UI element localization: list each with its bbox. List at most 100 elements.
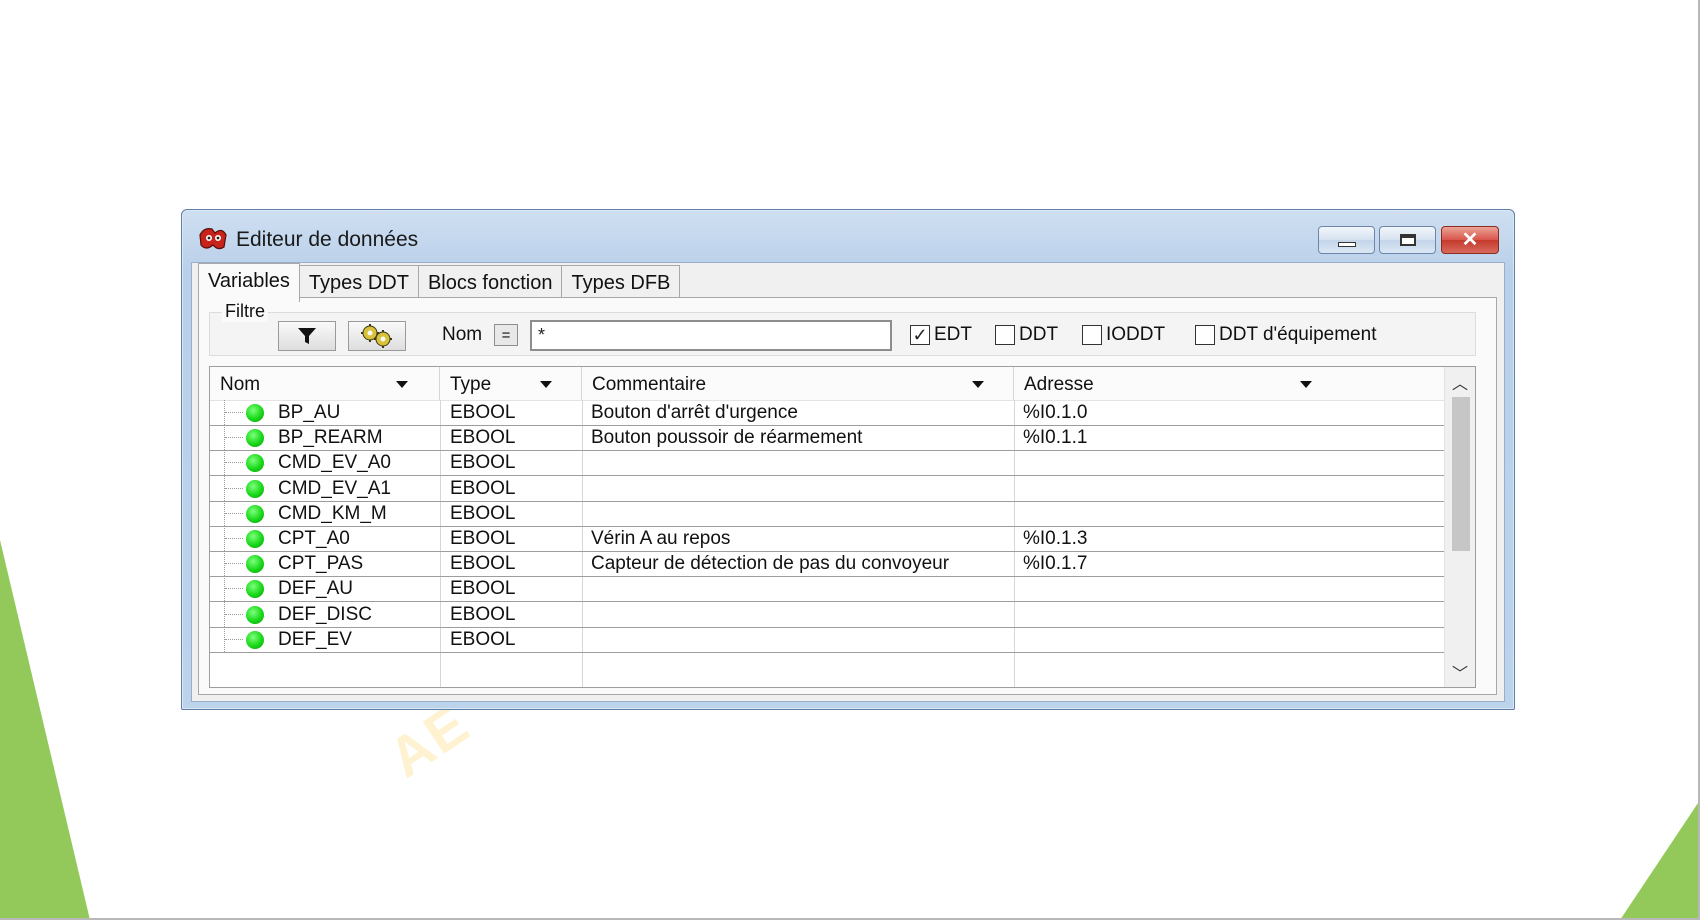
table-row[interactable]: DEF_AU EBOOL <box>210 576 1444 603</box>
cell-type[interactable]: EBOOL <box>450 425 580 450</box>
funnel-icon <box>298 328 316 344</box>
table-row[interactable]: BP_REARM EBOOL Bouton poussoir de réarmeme… <box>210 425 1444 452</box>
variables-table: Nom Type Commentaire Adresse BP_AU EBOOL… <box>209 366 1476 688</box>
checkbox-ioddt[interactable]: IODDT <box>1082 324 1165 346</box>
tab-panel-variables: Filtre Nom = * ✓ EDT DDT IODDT DDT d'équ… <box>198 297 1497 695</box>
name-filter-input[interactable] <box>530 320 892 351</box>
checkbox-ioddt-box[interactable] <box>1082 325 1102 345</box>
scroll-up-icon[interactable]: ︿ <box>1445 369 1475 395</box>
vertical-scrollbar[interactable]: ︿ ﹀ <box>1444 367 1475 687</box>
sort-arrow-icon[interactable] <box>1300 381 1312 388</box>
cell-commentaire[interactable] <box>591 627 1011 652</box>
cell-commentaire[interactable] <box>591 501 1011 526</box>
close-button[interactable]: ✕ <box>1441 226 1499 254</box>
table-row[interactable]: BP_AU EBOOL Bouton d'arrêt d'urgence %I0.1.… <box>210 400 1444 426</box>
cell-type[interactable]: EBOOL <box>450 476 580 501</box>
cell-adresse[interactable]: %I0.1.1 <box>1023 425 1433 450</box>
cell-type[interactable]: EBOOL <box>450 400 580 425</box>
filter-group: Filtre Nom = * ✓ EDT DDT IODDT DDT d'équ… <box>209 301 1476 356</box>
title-bar[interactable]: Editeur de données ✕ <box>182 210 1514 262</box>
column-header-type-label: Type <box>450 374 492 395</box>
checkbox-ddt[interactable]: DDT <box>995 324 1058 346</box>
scrollbar-thumb[interactable] <box>1452 397 1470 551</box>
cell-nom[interactable]: DEF_EV <box>278 627 438 652</box>
cell-nom[interactable]: CPT_A0 <box>278 526 438 551</box>
tree-branch <box>225 638 243 640</box>
cell-adresse[interactable] <box>1023 576 1433 601</box>
cell-type[interactable]: EBOOL <box>450 450 580 475</box>
table-row[interactable]: CMD_KM_M EBOOL <box>210 500 1444 527</box>
sort-arrow-icon[interactable] <box>396 381 408 388</box>
scroll-down-icon[interactable]: ﹀ <box>1445 659 1475 685</box>
maximize-button[interactable] <box>1379 226 1436 254</box>
table-row[interactable]: CMD_EV_A1 EBOOL <box>210 475 1444 502</box>
sort-arrow-icon[interactable] <box>540 381 552 388</box>
cell-commentaire[interactable]: Bouton d'arrêt d'urgence <box>591 400 1011 425</box>
decorative-green-triangle-right <box>1620 800 1700 920</box>
table-row[interactable]: DEF_EV EBOOL <box>210 626 1444 653</box>
operator-button[interactable]: = <box>494 324 518 346</box>
column-header-commentaire-label: Commentaire <box>592 374 707 395</box>
cell-commentaire[interactable] <box>591 450 1011 475</box>
tab-types-ddt[interactable]: Types DDT <box>298 265 419 300</box>
cell-adresse[interactable]: %I0.1.3 <box>1023 526 1433 551</box>
cell-adresse[interactable]: %I0.1.7 <box>1023 551 1433 576</box>
cell-nom[interactable]: BP_REARM <box>278 425 438 450</box>
cell-commentaire[interactable] <box>591 476 1011 501</box>
cell-commentaire[interactable]: Vérin A au repos <box>591 526 1011 551</box>
tree-branch <box>225 512 243 514</box>
column-header-nom-label: Nom <box>220 374 261 395</box>
apply-filter-button[interactable] <box>278 321 336 351</box>
cell-type[interactable]: EBOOL <box>450 501 580 526</box>
maximize-icon <box>1399 234 1416 246</box>
table-row[interactable]: CMD_EV_A0 EBOOL <box>210 450 1444 477</box>
cell-type[interactable]: EBOOL <box>450 602 580 627</box>
cell-commentaire[interactable] <box>591 576 1011 601</box>
cell-adresse[interactable] <box>1023 501 1433 526</box>
cell-type[interactable]: EBOOL <box>450 526 580 551</box>
cell-commentaire[interactable]: Capteur de détection de pas du convoyeur <box>591 551 1011 576</box>
checkbox-ddt-box[interactable] <box>995 325 1015 345</box>
checkbox-edt-box[interactable]: ✓ <box>910 325 930 345</box>
gear-icon <box>361 324 392 348</box>
cell-commentaire[interactable]: Bouton poussoir de réarmement <box>591 425 1011 450</box>
window-title: Editeur de données <box>236 228 419 251</box>
cell-nom[interactable]: CMD_KM_M <box>278 501 438 526</box>
cell-type[interactable]: EBOOL <box>450 627 580 652</box>
tree-branch <box>225 487 243 489</box>
table-header: Nom Type Commentaire Adresse <box>210 367 1444 401</box>
tab-types-dfb[interactable]: Types DFB <box>561 265 681 300</box>
cell-nom[interactable]: CMD_EV_A1 <box>278 476 438 501</box>
checkbox-ddt-equipement-box[interactable] <box>1195 325 1215 345</box>
table-row[interactable]: CPT_A0 EBOOL Vérin A au repos %I0.1.3 <box>210 526 1444 552</box>
cell-commentaire[interactable] <box>591 602 1011 627</box>
cell-adresse[interactable] <box>1023 450 1433 475</box>
sort-arrow-icon[interactable] <box>972 381 984 388</box>
cell-nom[interactable]: CMD_EV_A0 <box>278 450 438 475</box>
column-header-adresse[interactable]: Adresse <box>1014 367 1444 400</box>
column-header-nom[interactable]: Nom <box>210 367 440 400</box>
cell-nom[interactable]: BP_AU <box>278 400 438 425</box>
table-row[interactable]: DEF_DISC EBOOL <box>210 601 1444 628</box>
table-row[interactable]: CPT_PAS EBOOL Capteur de détection de pas … <box>210 551 1444 578</box>
tab-variables[interactable]: Variables <box>198 263 300 302</box>
cell-type[interactable]: EBOOL <box>450 576 580 601</box>
column-header-commentaire[interactable]: Commentaire <box>582 367 1014 400</box>
cell-nom[interactable]: DEF_DISC <box>278 602 438 627</box>
checkbox-ddt-equipement[interactable]: DDT d'équipement <box>1195 324 1376 346</box>
green-dot-icon <box>246 479 264 498</box>
cell-adresse[interactable] <box>1023 476 1433 501</box>
cell-adresse[interactable] <box>1023 602 1433 627</box>
cell-adresse[interactable] <box>1023 627 1433 652</box>
minimize-button[interactable] <box>1318 226 1375 254</box>
column-header-type[interactable]: Type <box>440 367 582 400</box>
tree-branch <box>225 437 243 439</box>
filter-settings-button[interactable] <box>348 321 406 351</box>
tab-blocs-fonction[interactable]: Blocs fonction <box>417 265 563 300</box>
checkbox-edt[interactable]: ✓ EDT <box>910 324 972 346</box>
cell-nom[interactable]: CPT_PAS <box>278 551 438 576</box>
cell-adresse[interactable]: %I0.1.0 <box>1023 400 1433 425</box>
data-editor-window: Editeur de données ✕ Variables Types DDT… <box>181 209 1515 710</box>
cell-nom[interactable]: DEF_AU <box>278 576 438 601</box>
cell-type[interactable]: EBOOL <box>450 551 580 576</box>
